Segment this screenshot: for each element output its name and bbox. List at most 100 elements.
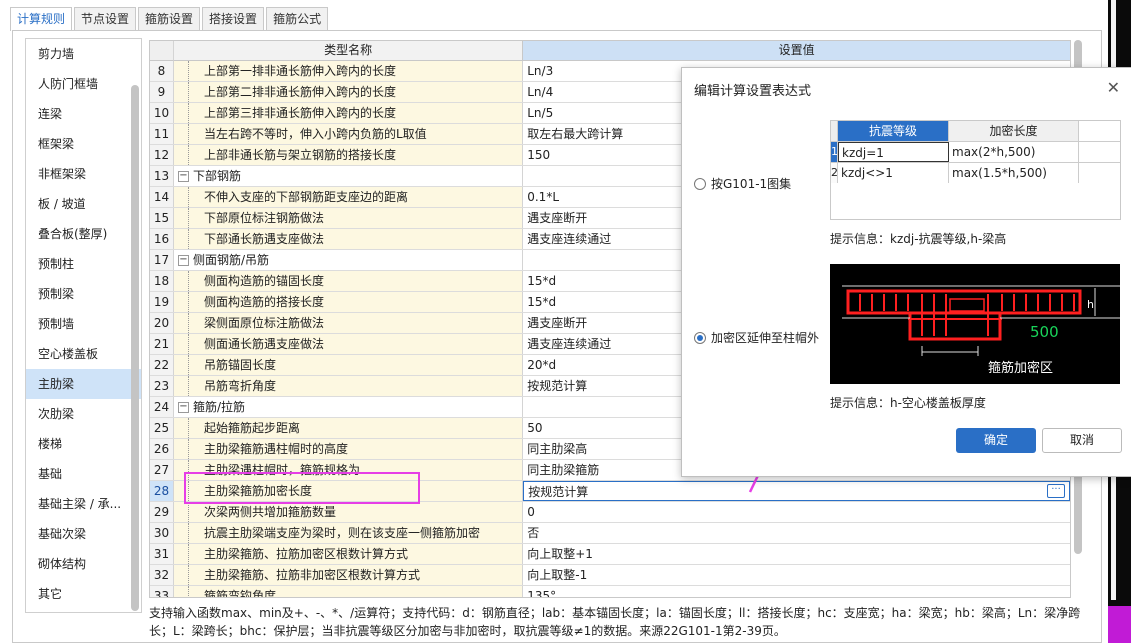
setting-value-text: 15*d [527,274,557,288]
collapse-icon[interactable]: − [177,170,189,182]
grid-header-name: 类型名称 [173,41,524,61]
sidebar-item[interactable]: 砌体结构 [26,549,141,579]
sidebar-item[interactable]: 基础 [26,459,141,489]
row-number: 15 [150,208,174,228]
sidebar-item[interactable]: 预制柱 [26,249,141,279]
row-number: 17 [150,250,174,270]
row-number: 9 [150,82,174,102]
option-g101-radio[interactable]: 按G101-1图集 [694,175,791,192]
row-number: 32 [150,565,174,585]
hint-seismic: 提示信息：kzdj-抗震等级,h-梁高 [830,232,1007,246]
sidebar-item[interactable]: 基础主梁 / 承... [26,489,141,519]
sidebar-item[interactable]: 非框架梁 [26,159,141,189]
setting-name-cell: 上部第三排非通长筋伸入跨内的长度 [173,103,524,123]
option-extend-radio[interactable]: 加密区延伸至柱帽外 [694,329,819,346]
table-row[interactable]: 31 主肋梁箍筋、拉筋加密区根数计算方式 向上取整+1 [150,544,1070,565]
setting-value-text: 向上取整+1 [527,547,593,561]
sidebar-item[interactable]: 主肋梁 [26,369,141,399]
option-g101-label: 按G101-1图集 [711,177,792,191]
radio-circle-icon[interactable] [694,177,706,190]
row-number: 33 [150,586,174,597]
diagram-label-h: h [1087,298,1094,311]
sidebar-item[interactable]: 框架梁 [26,129,141,159]
sidebar-item[interactable]: 剪力墙 [26,39,141,69]
diagram-label-zone: 箍筋加密区 [988,360,1053,376]
sidebar-scrollbar[interactable] [131,85,139,611]
table-row[interactable]: 32 主肋梁箍筋、拉筋非加密区根数计算方式 向上取整-1 [150,565,1070,586]
setting-name-cell: 吊筋弯折角度 [173,376,524,396]
setting-value-text: 同主肋梁高 [527,442,588,456]
row-number: 13 [150,166,174,186]
collapse-icon[interactable]: − [177,254,189,266]
tab-0[interactable]: 计算规则 [10,7,73,31]
tab-2[interactable]: 箍筋设置 [138,7,201,30]
top-tab-bar: 计算规则 节点设置 箍筋设置 搭接设置 箍筋公式 [10,7,330,31]
row-num: 2 [831,163,838,183]
setting-name-cell: − 下部钢筋 [173,166,524,186]
setting-value-cell[interactable]: 135° [523,586,1070,597]
setting-value-text: 遇支座连续通过 [527,337,612,351]
tab-1[interactable]: 节点设置 [74,7,137,30]
edit-expression-dialog: 编辑计算设置表达式 ✕ 按G101-1图集 加密区延伸至柱帽外 抗震等级 加密长… [681,67,1131,477]
sidebar-item[interactable]: 空心楼盖板 [26,339,141,369]
setting-value-cell[interactable]: 否 [523,523,1070,543]
sidebar-item[interactable]: 其它 [26,579,141,609]
setting-value-cell[interactable]: 向上取整-1 [523,565,1070,585]
row-number: 11 [150,124,174,144]
sidebar-item[interactable]: 人防门框墙 [26,69,141,99]
setting-value-text: 同主肋梁箍筋 [527,463,600,477]
ellipsis-button[interactable]: ··· [1047,484,1066,498]
setting-value-text: 150 [527,148,551,162]
setting-value-cell[interactable]: 0 [523,502,1070,522]
seismic-level-cell[interactable]: kzdj=1 [838,142,949,162]
sidebar-item[interactable]: 连梁 [26,99,141,129]
collapse-icon[interactable]: − [177,401,189,413]
group-label: 箍筋/拉筋 [192,400,245,414]
seismic-table-header: 抗震等级 加密长度 [831,121,1120,141]
setting-value-text: Ln/5 [527,106,554,120]
setting-value-cell[interactable]: 向上取整+1 [523,544,1070,564]
rebar-diagram: h 500 箍筋加密区 [830,264,1120,384]
setting-value-text: 按规范计算 [527,379,588,393]
setting-value-text: 0.1*L [527,190,560,204]
table-row[interactable]: 30 抗震主肋梁端支座为梁时，则在该支座一侧箍筋加密否 [150,523,1070,544]
close-icon[interactable]: ✕ [1107,78,1120,97]
sidebar-item[interactable]: 预制墙 [26,309,141,339]
sidebar-item[interactable]: 板 / 坡道 [26,189,141,219]
sidebar-item[interactable]: 楼梯 [26,429,141,459]
table-row[interactable]: 2 kzdj<>1 max(1.5*h,500) [831,162,1120,183]
dense-length-cell[interactable]: max(2*h,500) [949,142,1079,162]
setting-value-text: Ln/3 [527,64,554,78]
grid-header: 类型名称 设置值 [150,41,1070,61]
table-row[interactable]: 33 箍筋弯钩角度 135° [150,586,1070,597]
setting-value-text: 遇支座断开 [527,316,588,330]
table-row[interactable]: 29 次梁两侧共增加箍筋数量 0 [150,502,1070,523]
sidebar-item[interactable]: 基础次梁 [26,519,141,549]
row-number: 27 [150,460,174,480]
grid-header-num [150,41,174,61]
tab-4[interactable]: 箍筋公式 [266,7,329,30]
table-row[interactable]: 1 kzdj=1 max(2*h,500) [831,141,1120,162]
sidebar-item[interactable]: 次肋梁 [26,399,141,429]
seismic-table-header-num [831,121,838,141]
tab-3[interactable]: 搭接设置 [202,7,265,30]
setting-value-text: 否 [527,526,540,540]
sidebar-item[interactable]: 预制梁 [26,279,141,309]
dense-length-cell[interactable]: max(1.5*h,500) [949,163,1079,183]
setting-name-cell: 不伸入支座的下部钢筋距支座边的距离 [173,187,524,207]
setting-name-cell: 抗震主肋梁端支座为梁时，则在该支座一侧箍筋加密 [173,523,524,543]
sidebar-item[interactable]: 叠合板(整厚) [26,219,141,249]
row-number: 24 [150,397,174,417]
row-number: 16 [150,229,174,249]
row-number: 20 [150,313,174,333]
setting-value-text: 按规范计算 [528,485,589,499]
setting-name-cell: 上部非通长筋与架立钢筋的搭接长度 [173,145,524,165]
setting-name-cell: − 箍筋/拉筋 [173,397,524,417]
ok-button[interactable]: 确定 [956,428,1036,453]
setting-value-text: 向上取整-1 [527,568,588,582]
radio-checked-icon[interactable] [694,331,706,344]
cancel-button[interactable]: 取消 [1042,428,1122,453]
seismic-level-cell[interactable]: kzdj<>1 [838,163,949,183]
setting-value-cell[interactable]: 按规范计算 ··· [523,481,1070,501]
setting-name-cell: 主肋梁箍筋、拉筋非加密区根数计算方式 [173,565,524,585]
